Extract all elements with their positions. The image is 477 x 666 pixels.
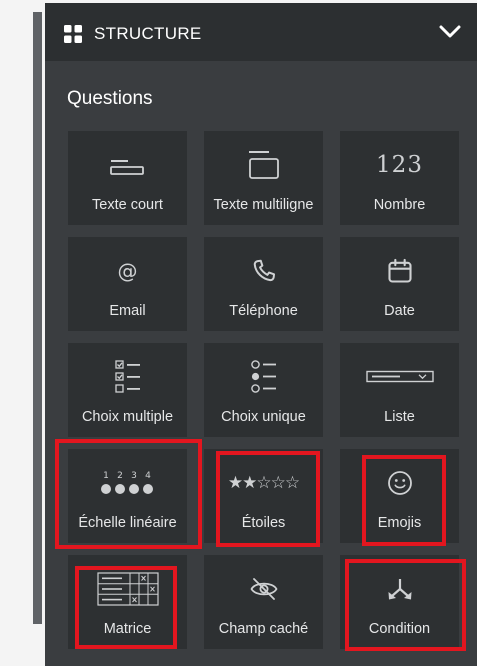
tile-matrice[interactable]: Matrice xyxy=(68,555,187,649)
tile-label: Étoiles xyxy=(241,515,286,531)
tile-label: Nombre xyxy=(373,197,426,213)
smiley-icon xyxy=(387,471,412,495)
tile-label: Choix unique xyxy=(221,409,306,425)
tile-label: Condition xyxy=(368,621,431,637)
section-title-questions: Questions xyxy=(67,88,153,109)
chevron-down-icon[interactable] xyxy=(439,24,461,40)
radio-list-icon xyxy=(250,360,276,393)
at-icon: @ xyxy=(117,259,138,283)
left-scroll-bar xyxy=(33,12,42,624)
multiline-text-icon xyxy=(248,151,279,179)
header-title: STRUCTURE xyxy=(94,24,202,43)
short-text-icon xyxy=(109,160,144,175)
tile-choix-unique[interactable]: Choix unique xyxy=(204,343,323,437)
tile-date[interactable]: Date xyxy=(340,237,459,331)
tile-nombre[interactable]: 123 Nombre xyxy=(340,131,459,225)
grid-icon xyxy=(64,25,82,43)
tile-label: Texte multiligne xyxy=(213,197,314,213)
tile-label: Échelle linéaire xyxy=(78,515,177,531)
structure-panel: STRUCTURE Questions Texte court Texte mu… xyxy=(45,3,477,666)
linear-scale-icon: 1 2 3 4 xyxy=(100,471,153,494)
phone-icon xyxy=(253,259,275,282)
tile-label: Choix multiple xyxy=(81,409,174,425)
tile-texte-court[interactable]: Texte court xyxy=(68,131,187,225)
tile-etoiles[interactable]: ★★☆☆☆ Étoiles xyxy=(204,449,323,543)
tile-label: Matrice xyxy=(103,621,152,637)
tile-email[interactable]: @ Email xyxy=(68,237,187,331)
tile-emojis[interactable]: Emojis xyxy=(340,449,459,543)
structure-header[interactable]: STRUCTURE xyxy=(45,3,477,61)
dropdown-icon xyxy=(365,370,434,383)
tile-echelle-lineaire[interactable]: 1 2 3 4 Échelle linéaire xyxy=(68,449,187,543)
tile-label: Emojis xyxy=(377,515,422,531)
tile-label: Date xyxy=(384,303,415,319)
number-icon: 123 xyxy=(376,152,423,178)
scale-number-1: 1 xyxy=(103,471,109,481)
checklist-icon xyxy=(114,360,140,393)
tile-label: Texte court xyxy=(92,197,163,213)
tile-champ-cache[interactable]: Champ caché xyxy=(204,555,323,649)
hidden-eye-icon xyxy=(250,578,277,600)
scale-number-2: 2 xyxy=(117,471,123,481)
tile-label: Champ caché xyxy=(218,621,309,637)
condition-icon xyxy=(388,579,411,600)
tile-condition[interactable]: Condition xyxy=(340,555,459,649)
tile-texte-multiligne[interactable]: Texte multiligne xyxy=(204,131,323,225)
scale-number-3: 3 xyxy=(131,471,137,481)
tile-telephone[interactable]: Téléphone xyxy=(204,237,323,331)
tile-choix-multiple[interactable]: Choix multiple xyxy=(68,343,187,437)
scale-number-4: 4 xyxy=(145,471,151,481)
calendar-icon xyxy=(387,258,412,283)
tile-label: Liste xyxy=(384,409,415,425)
tile-label: Téléphone xyxy=(229,303,298,319)
tile-liste[interactable]: Liste xyxy=(340,343,459,437)
matrix-icon xyxy=(96,572,159,606)
tile-label: Email xyxy=(109,303,146,319)
stars-icon: ★★☆☆☆ xyxy=(227,473,300,493)
